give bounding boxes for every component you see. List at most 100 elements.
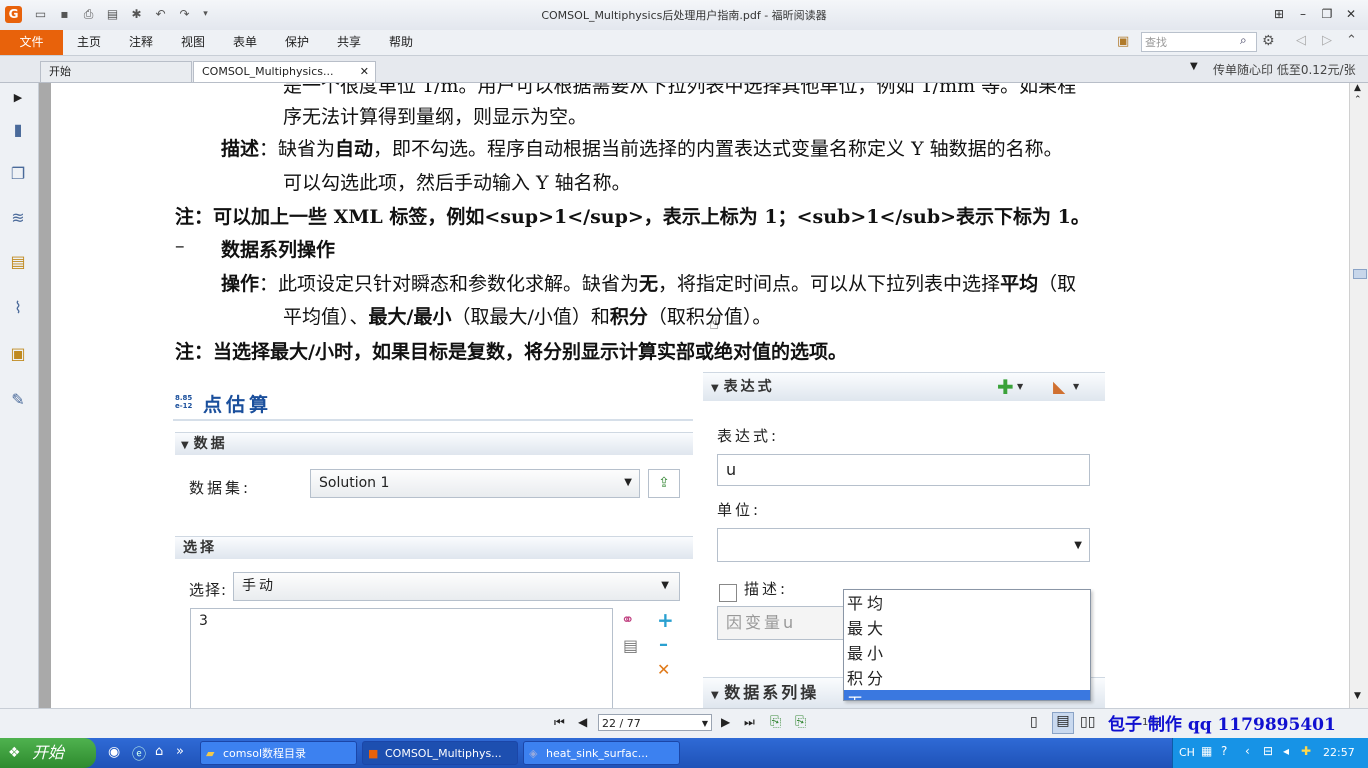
selection-list-item[interactable]: 3 (199, 611, 612, 631)
restore-button[interactable]: ❐ (1316, 4, 1338, 24)
show-more-icon[interactable]: » (176, 744, 184, 759)
paste-selection-icon[interactable]: ⚭ (621, 610, 634, 629)
menu-home[interactable]: 主页 (77, 30, 101, 55)
dataset-select[interactable]: Solution 1 ▼ (310, 469, 640, 498)
help-icon[interactable]: ? (1221, 744, 1227, 758)
operation-dropdown-list: 平均 最大 最小 积分 无 (843, 589, 1091, 701)
dropdown-option[interactable]: 平均 (847, 590, 887, 614)
bookmark-icon[interactable]: ▮ (7, 119, 29, 141)
facing-page-icon[interactable]: ▯▯ (1080, 714, 1095, 730)
menu-help[interactable]: 帮助 (389, 30, 413, 55)
tray-expand-icon[interactable]: ‹ (1245, 744, 1250, 758)
last-page-icon[interactable]: ⏭ (744, 715, 755, 730)
find-folder-icon[interactable]: ▣ (1117, 34, 1129, 49)
quicklaunch-icon[interactable]: ⌂ (155, 744, 163, 759)
clock: 22:57 (1323, 746, 1355, 759)
figure-title: 点估算 (203, 394, 273, 416)
search-input[interactable]: 查找 ⌕ (1141, 32, 1257, 52)
prev-page-icon[interactable]: ◀ (578, 715, 587, 729)
navigation-panel: ▶ ▮ ❐ ≋ ▤ ⌇ ▣ ✎ (0, 83, 39, 708)
replace-expression-icon[interactable]: ◣ (1053, 373, 1065, 401)
dropdown-option-selected[interactable]: 无 (844, 690, 1090, 700)
menu-comment[interactable]: 注释 (129, 30, 153, 55)
security-lock-icon[interactable]: ▣ (7, 343, 29, 365)
signature-icon[interactable]: ✎ (7, 389, 29, 411)
description-label: 描述: (744, 580, 789, 598)
back-icon[interactable]: ◁ (1296, 33, 1306, 48)
settings-gear-icon[interactable]: ⚙ (1262, 33, 1275, 49)
first-page-icon[interactable]: ⏮ (554, 715, 565, 730)
pages-icon[interactable]: ❐ (7, 163, 29, 185)
tab-document[interactable]: COMSOL_Multiphysics... ✕ (193, 61, 376, 82)
dropdown-option[interactable]: 最大 (847, 615, 887, 639)
text-line: 平均值）、最大/最小（取最大/小值）和积分（取积分值）。 (283, 306, 772, 328)
taskbar-item-folder[interactable]: ▰ comsol数程目录 (200, 741, 357, 765)
unit-select[interactable]: ▼ (717, 528, 1090, 562)
search-icon[interactable]: ⌕ (1240, 33, 1247, 48)
security-tray-icon[interactable]: ✚ (1301, 744, 1311, 758)
selection-select[interactable]: 手动 ▼ (233, 572, 680, 601)
replace-dropdown-icon[interactable]: ▼ (1073, 373, 1079, 401)
window-title: COMSOL_Multiphysics后处理用户指南.pdf - 福昕阅读器 (541, 9, 827, 22)
selection-list[interactable]: 3 (190, 608, 613, 708)
insert-dropdown-icon[interactable]: ▼ (1017, 373, 1023, 401)
taskbar-item-comsol[interactable]: ◈ heat_sink_surfac... (523, 741, 680, 765)
add-icon[interactable]: + (657, 608, 674, 632)
attachment-icon[interactable]: ⌇ (7, 297, 29, 319)
clipboard-icon[interactable]: ▤ (623, 636, 638, 655)
network-icon[interactable]: ⊟ (1263, 744, 1273, 758)
scroll-thumb[interactable] (1353, 269, 1367, 279)
prev-view-icon[interactable]: ⎘ (770, 714, 781, 730)
ad-link[interactable]: 传单随心印 低至0.12元/张 (1213, 61, 1356, 78)
clear-icon[interactable]: ✕ (657, 660, 670, 679)
ie-icon[interactable]: ⓔ (132, 744, 146, 764)
insert-expression-icon[interactable]: ✚ (997, 373, 1014, 401)
expression-input[interactable]: u (717, 454, 1090, 486)
expand-panel-icon[interactable]: ▶ (7, 87, 29, 109)
scroll-down-icon[interactable]: ▼ (1354, 691, 1361, 701)
start-button[interactable]: ❖ 开始 (0, 738, 96, 768)
data-section-header: ▼ 数据 (175, 432, 693, 455)
vertical-scrollbar[interactable]: ▲ ⌃ ▼ (1349, 83, 1368, 708)
page-nav-bar: ⏮ ◀ 22 / 77 ▼ ▶ ⏭ ⎘ ⎘ ▯ ▤ ▯▯ 162 包子 制作 qq… (0, 708, 1368, 739)
panel-splitter[interactable] (39, 83, 51, 708)
tab-start-label: 开始 (49, 65, 71, 78)
close-button[interactable]: ✕ (1340, 4, 1362, 24)
quicklaunch-icon[interactable]: ◉ (108, 744, 120, 760)
keyboard-icon[interactable]: ▦ (1201, 744, 1212, 758)
title-bar: G ▭ ▪ ⎙ ▤ ✱ ↶ ↷ ▾ COMSOL_Multiphysics后处理… (0, 0, 1368, 31)
dataset-refresh-button[interactable]: ⇪ (648, 469, 680, 498)
next-page-icon[interactable]: ▶ (721, 715, 730, 729)
scroll-up-icon[interactable]: ▲ (1354, 83, 1361, 93)
collapse-ribbon-icon[interactable]: ⌃ (1346, 33, 1357, 48)
page-number-input[interactable]: 22 / 77 ▼ (598, 714, 712, 731)
file-menu[interactable]: 文件 (0, 30, 63, 55)
next-view-icon[interactable]: ⎘ (795, 714, 806, 730)
note-line: 注：可以加上一些 XML 标签，例如<sup>1</sup>，表示上标为 1；<… (175, 206, 1090, 228)
forward-icon[interactable]: ▷ (1322, 33, 1332, 48)
single-page-icon[interactable]: ▯ (1030, 714, 1038, 730)
description-checkbox[interactable] (719, 584, 737, 602)
volume-icon[interactable]: ◂ (1283, 744, 1289, 758)
menu-protect[interactable]: 保护 (285, 30, 309, 55)
watermark-text: 包子 制作 qq 1179895401 (1108, 715, 1336, 735)
scroll-page-up-icon[interactable]: ⌃ (1354, 95, 1362, 105)
dropdown-option[interactable]: 最小 (847, 640, 887, 664)
tab-document-label: COMSOL_Multiphysics... (202, 65, 334, 78)
input-language[interactable]: CH (1179, 746, 1195, 759)
tab-close-icon[interactable]: ✕ (360, 62, 369, 82)
menu-form[interactable]: 表单 (233, 30, 257, 55)
menu-view[interactable]: 视图 (181, 30, 205, 55)
expression-label: 表达式: (717, 427, 780, 445)
comments-icon[interactable]: ▤ (7, 251, 29, 273)
layers-icon[interactable]: ≋ (7, 207, 29, 229)
dropdown-option[interactable]: 积分 (847, 665, 887, 689)
minimize-button[interactable]: – (1292, 4, 1314, 24)
remove-icon[interactable]: – (659, 634, 668, 655)
menu-share[interactable]: 共享 (337, 30, 361, 55)
tab-list-icon[interactable]: ▼ (1190, 61, 1198, 72)
tab-start[interactable]: 开始 (40, 61, 192, 82)
continuous-page-icon[interactable]: ▤ (1052, 712, 1074, 734)
layout-icon[interactable]: ⊞ (1268, 4, 1290, 24)
taskbar-item-reader[interactable]: ■ COMSOL_Multiphys... (362, 741, 518, 765)
